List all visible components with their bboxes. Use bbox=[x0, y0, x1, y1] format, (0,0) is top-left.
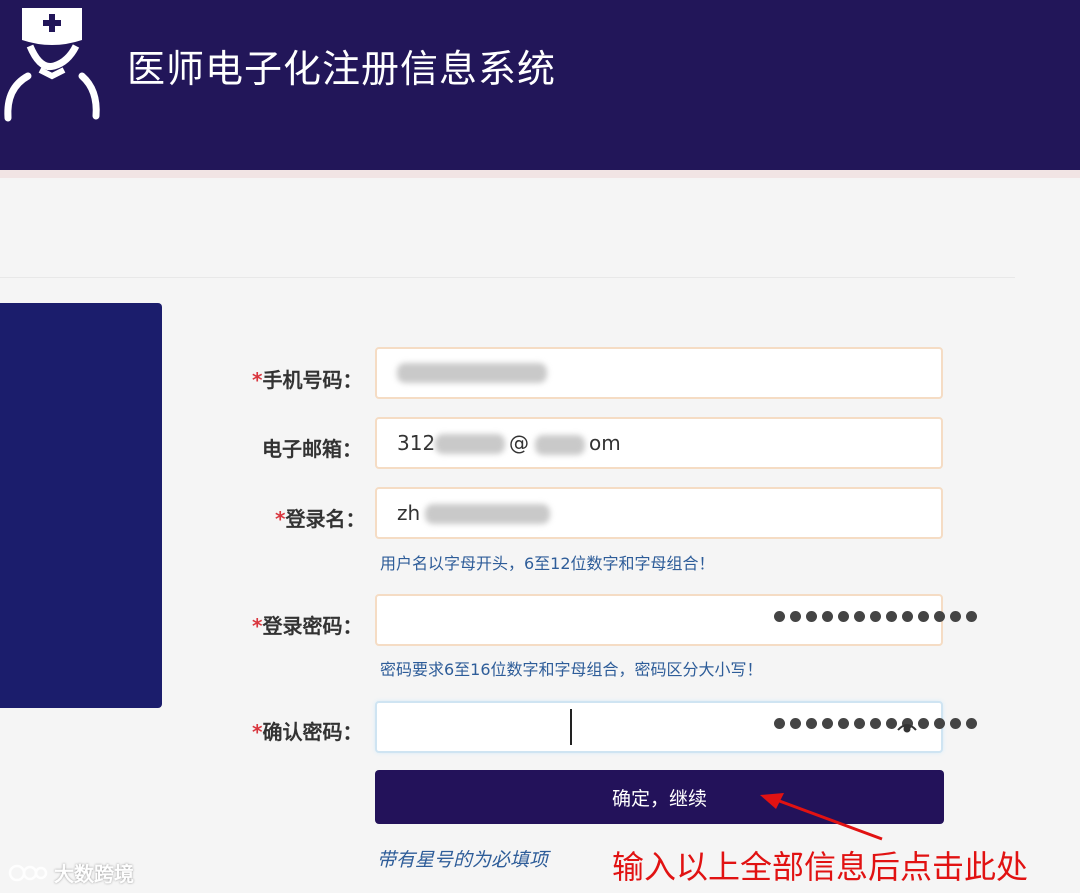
username-hint: 用户名以字母开头，6至12位数字和字母组合！ bbox=[380, 554, 715, 573]
mask-dot bbox=[886, 611, 897, 622]
mask-dot bbox=[918, 611, 929, 622]
required-mark: * bbox=[252, 720, 263, 744]
blurred-phone-value bbox=[397, 363, 547, 383]
phone-label: *手机号码： bbox=[252, 368, 363, 392]
annotation-arrow-icon bbox=[760, 793, 883, 841]
mask-dot bbox=[918, 718, 929, 729]
confirm-password-label: *确认密码： bbox=[252, 720, 363, 744]
required-mark: * bbox=[252, 368, 263, 392]
mask-dot bbox=[806, 718, 817, 729]
email-value-tail: om bbox=[589, 431, 621, 455]
mask-dot bbox=[950, 718, 961, 729]
password-field[interactable] bbox=[375, 594, 977, 646]
header-divider-strip bbox=[0, 170, 1080, 178]
mask-dot bbox=[790, 611, 801, 622]
mask-dot bbox=[774, 611, 785, 622]
password-masked-value bbox=[774, 611, 977, 622]
instruction-annotation: 输入以上全部信息后点击此处 bbox=[612, 848, 1029, 886]
mask-dot bbox=[934, 718, 945, 729]
confirm-password-masked-value bbox=[774, 718, 977, 729]
mask-dot bbox=[790, 718, 801, 729]
content-divider bbox=[0, 277, 1015, 278]
mask-dot bbox=[870, 611, 881, 622]
mask-dot bbox=[854, 611, 865, 622]
watermark: 大数跨境 bbox=[8, 858, 134, 887]
mask-dot bbox=[870, 718, 881, 729]
email-label: 电子邮箱： bbox=[262, 437, 362, 461]
username-field[interactable]: zh bbox=[375, 487, 943, 539]
mask-dot bbox=[854, 718, 865, 729]
doctor-logo-icon bbox=[4, 8, 100, 122]
mask-dot bbox=[966, 611, 977, 622]
confirm-password-field[interactable] bbox=[375, 701, 977, 753]
mask-dot bbox=[902, 611, 913, 622]
mask-dot bbox=[838, 611, 849, 622]
mask-dot bbox=[838, 718, 849, 729]
side-panel bbox=[0, 303, 162, 708]
email-value-at: @ bbox=[509, 431, 529, 455]
mask-dot bbox=[934, 611, 945, 622]
eye-icon[interactable] bbox=[897, 720, 917, 734]
watermark-logo-icon bbox=[8, 864, 48, 881]
required-fields-note: 带有星号的为必填项 bbox=[377, 849, 549, 871]
watermark-text: 大数跨境 bbox=[54, 862, 134, 886]
required-mark: * bbox=[252, 614, 263, 638]
text-cursor bbox=[570, 709, 572, 745]
blurred-email-part bbox=[435, 434, 505, 454]
mask-dot bbox=[886, 718, 897, 729]
app-title: 医师电子化注册信息系统 bbox=[127, 47, 557, 91]
mask-dot bbox=[822, 611, 833, 622]
mask-dot bbox=[774, 718, 785, 729]
password-label: *登录密码： bbox=[252, 614, 363, 638]
required-mark: * bbox=[275, 507, 286, 531]
app-header: 医师电子化注册信息系统 bbox=[0, 0, 1080, 170]
mask-dot bbox=[822, 718, 833, 729]
email-value-prefix: 312 bbox=[397, 431, 436, 455]
blurred-username bbox=[425, 504, 550, 524]
username-value-prefix: zh bbox=[397, 501, 421, 525]
mask-dot bbox=[806, 611, 817, 622]
username-label: *登录名： bbox=[275, 507, 366, 531]
password-hint: 密码要求6至16位数字和字母组合，密码区分大小写！ bbox=[380, 660, 763, 679]
mask-dot bbox=[950, 611, 961, 622]
email-field[interactable]: 312 @ om bbox=[375, 417, 943, 469]
mask-dot bbox=[966, 718, 977, 729]
phone-field[interactable] bbox=[375, 347, 943, 399]
blurred-email-domain bbox=[535, 435, 585, 455]
